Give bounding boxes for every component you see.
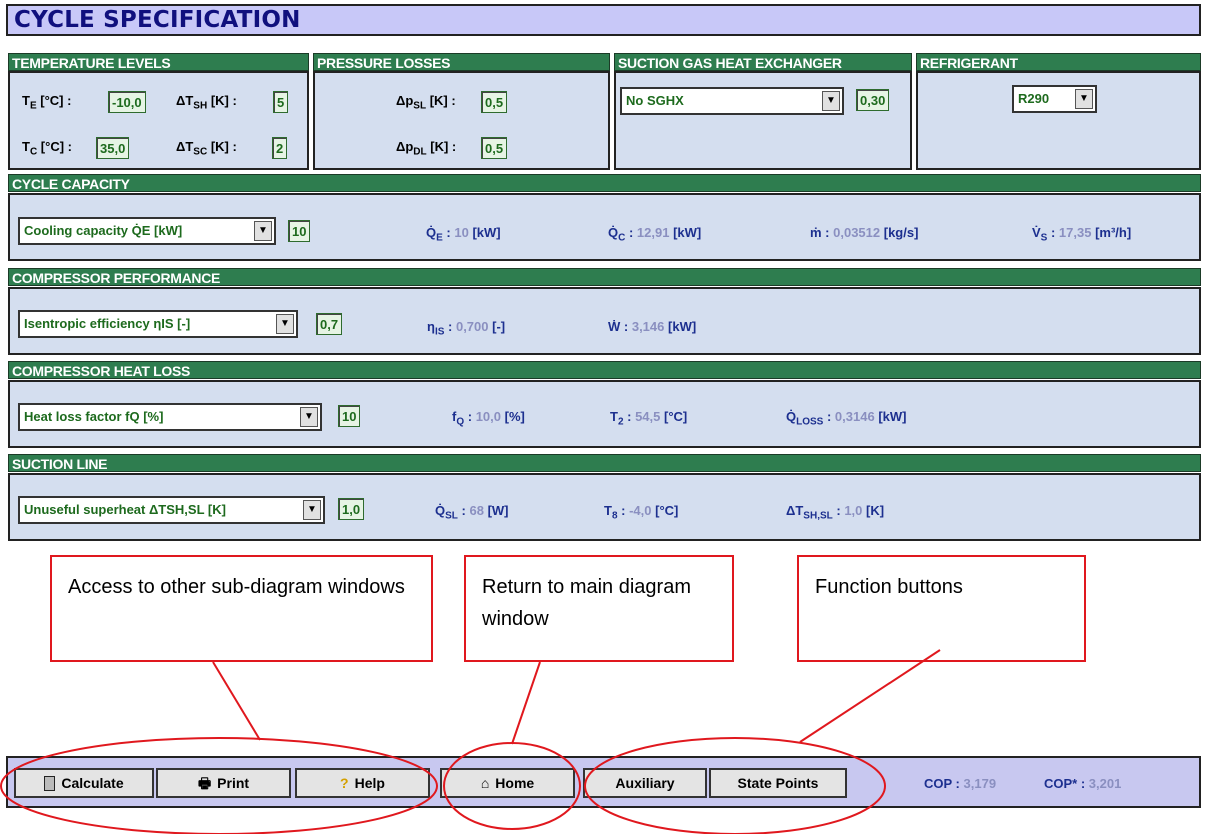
function-buttons-ellipse [584, 737, 886, 834]
home-ellipse [443, 742, 581, 830]
annotation-overlay [0, 649, 941, 834]
sub-diagram-ellipse [0, 737, 438, 834]
home-leader [511, 661, 541, 745]
sub-diagram-leader [212, 661, 261, 741]
function-buttons-leader [799, 649, 941, 743]
